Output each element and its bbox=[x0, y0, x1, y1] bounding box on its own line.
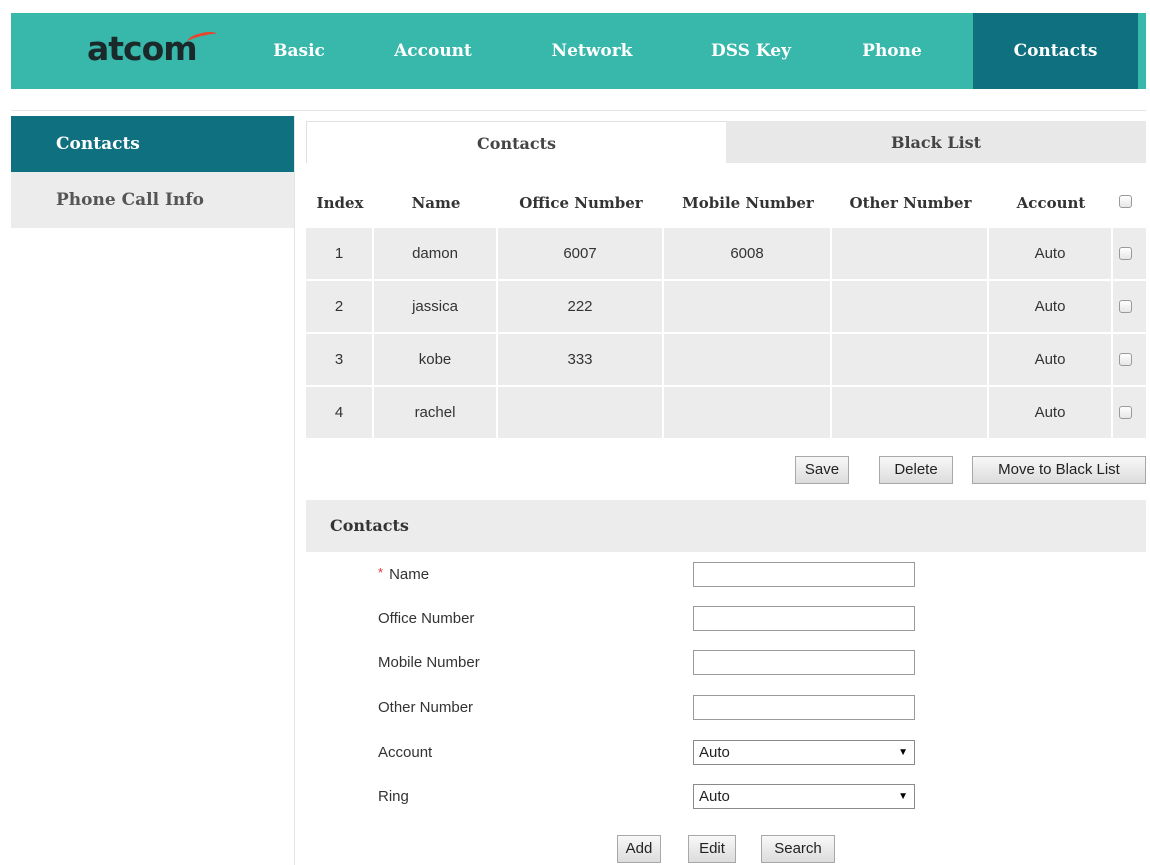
name-field[interactable] bbox=[693, 562, 915, 587]
dropdown-arrow-icon: ▼ bbox=[898, 747, 908, 758]
mobile-number-label: Mobile Number bbox=[378, 654, 480, 671]
tab-black-list[interactable]: Black List bbox=[726, 121, 1146, 163]
sidebar-item-contacts[interactable]: Contacts bbox=[11, 116, 294, 172]
cell-index: 3 bbox=[306, 334, 374, 385]
cell-other-number bbox=[832, 281, 989, 332]
cell-account: Auto bbox=[989, 334, 1113, 385]
move-to-black-list-button[interactable]: Move to Black List bbox=[972, 456, 1146, 484]
other-number-field[interactable] bbox=[693, 695, 915, 720]
column-header-other-number: Other Number bbox=[849, 194, 972, 212]
cell-office-number: 333 bbox=[498, 334, 664, 385]
nav-phone[interactable]: Phone bbox=[849, 13, 935, 89]
mobile-number-field[interactable] bbox=[693, 650, 915, 675]
atcom-logo: atcom bbox=[87, 29, 218, 69]
office-number-label: Office Number bbox=[378, 610, 475, 627]
table-row: 1 damon 6007 6008 Auto bbox=[306, 228, 1146, 279]
cell-name: rachel bbox=[374, 387, 498, 438]
search-button[interactable]: Search bbox=[761, 835, 835, 863]
dropdown-arrow-icon: ▼ bbox=[898, 791, 908, 802]
edit-button[interactable]: Edit bbox=[688, 835, 736, 863]
save-button[interactable]: Save bbox=[795, 456, 849, 484]
sidebar: Contacts Phone Call Info bbox=[11, 116, 294, 228]
table-row: 3 kobe 333 Auto bbox=[306, 334, 1146, 385]
cell-mobile-number bbox=[664, 334, 832, 385]
row-checkbox[interactable] bbox=[1119, 247, 1132, 260]
cell-mobile-number bbox=[664, 387, 832, 438]
divider bbox=[11, 110, 1146, 111]
nav-network[interactable]: Network bbox=[535, 13, 649, 89]
cell-mobile-number bbox=[664, 281, 832, 332]
table-row: 4 rachel Auto bbox=[306, 387, 1146, 438]
cell-index: 1 bbox=[306, 228, 374, 279]
required-marker: * bbox=[378, 565, 384, 580]
table-row: 2 jassica 222 Auto bbox=[306, 281, 1146, 332]
nav-basic[interactable]: Basic bbox=[259, 13, 339, 89]
sidebar-item-phone-call-info[interactable]: Phone Call Info bbox=[11, 172, 294, 228]
cell-mobile-number: 6008 bbox=[664, 228, 832, 279]
cell-other-number bbox=[832, 387, 989, 438]
cell-account: Auto bbox=[989, 281, 1113, 332]
name-label: * Name bbox=[378, 565, 430, 583]
divider bbox=[294, 116, 295, 865]
nav-contacts[interactable]: Contacts bbox=[973, 13, 1138, 89]
select-all-checkbox[interactable] bbox=[1119, 195, 1132, 208]
nav-dss-key[interactable]: DSS Key bbox=[697, 13, 805, 89]
nav-account[interactable]: Account bbox=[379, 13, 487, 89]
cell-index: 4 bbox=[306, 387, 374, 438]
column-header-mobile-number: Mobile Number bbox=[682, 194, 814, 212]
add-button[interactable]: Add bbox=[617, 835, 661, 863]
cell-name: jassica bbox=[374, 281, 498, 332]
cell-account: Auto bbox=[989, 228, 1113, 279]
column-header-account: Account bbox=[1016, 194, 1086, 212]
row-checkbox[interactable] bbox=[1119, 406, 1132, 419]
cell-name: damon bbox=[374, 228, 498, 279]
row-checkbox[interactable] bbox=[1119, 300, 1132, 313]
cell-office-number: 222 bbox=[498, 281, 664, 332]
top-nav-bar: atcom Basic Account Network DSS Key Phon… bbox=[11, 13, 1146, 89]
cell-other-number bbox=[832, 228, 989, 279]
cell-office-number bbox=[498, 387, 664, 438]
column-header-index: Index bbox=[316, 194, 364, 212]
ring-select[interactable]: Auto ▼ bbox=[693, 784, 915, 809]
cell-office-number: 6007 bbox=[498, 228, 664, 279]
other-number-label: Other Number bbox=[378, 699, 474, 716]
cell-account: Auto bbox=[989, 387, 1113, 438]
row-checkbox[interactable] bbox=[1119, 353, 1132, 366]
ring-label: Ring bbox=[378, 788, 409, 805]
account-label: Account bbox=[378, 744, 433, 761]
cell-other-number bbox=[832, 334, 989, 385]
cell-name: kobe bbox=[374, 334, 498, 385]
tab-contacts[interactable]: Contacts bbox=[306, 121, 726, 163]
cell-index: 2 bbox=[306, 281, 374, 332]
office-number-field[interactable] bbox=[693, 606, 915, 631]
column-header-office-number: Office Number bbox=[519, 194, 643, 212]
delete-button[interactable]: Delete bbox=[879, 456, 953, 484]
account-select[interactable]: Auto ▼ bbox=[693, 740, 915, 765]
form-section-title: Contacts bbox=[306, 500, 1146, 552]
column-header-name: Name bbox=[411, 194, 461, 212]
